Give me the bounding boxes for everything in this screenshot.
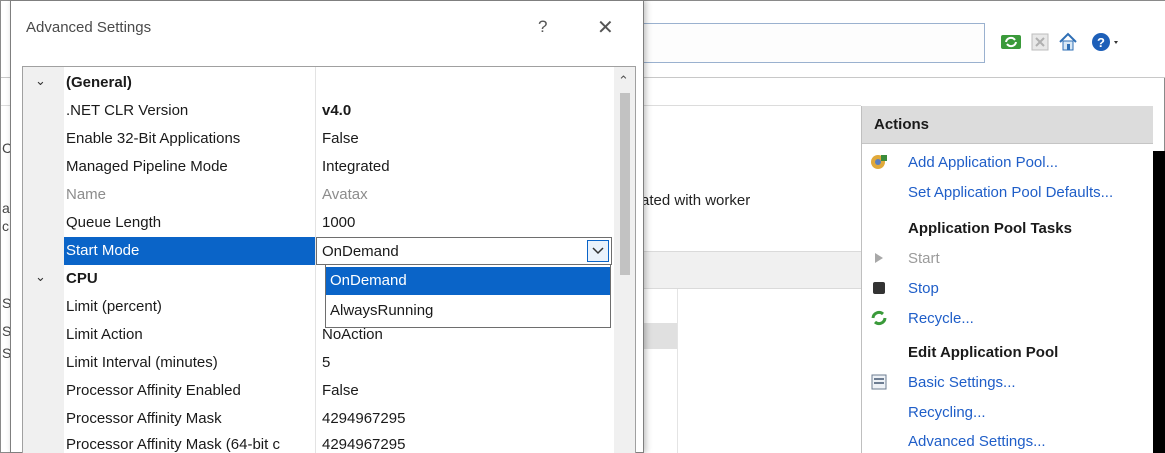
property-row[interactable]: Queue Length 1000 — [23, 209, 613, 237]
collapse-chevron-icon[interactable]: ⌄ — [35, 73, 46, 89]
property-grid: ⌄ (General) .NET CLR Version v4.0 Enable… — [22, 66, 636, 453]
advanced-settings-label[interactable]: Advanced Settings... — [908, 433, 1046, 450]
property-value[interactable]: Integrated — [322, 158, 390, 175]
combobox-value[interactable]: OnDemand — [322, 243, 399, 260]
property-name: Enable 32-Bit Applications — [66, 130, 241, 147]
recycle-icon — [868, 307, 890, 329]
advanced-settings-action[interactable]: Advanced Settings... — [862, 427, 1154, 453]
left-edge-text: a — [2, 200, 10, 216]
basic-settings-label[interactable]: Basic Settings... — [908, 374, 1016, 391]
category-general[interactable]: ⌄ (General) — [23, 69, 613, 97]
property-name: Start Mode — [66, 242, 140, 259]
start-mode-dropdown-list: OnDemand AlwaysRunning — [325, 264, 611, 328]
home-icon[interactable] — [1055, 27, 1081, 57]
property-row[interactable]: Enable 32-Bit Applications False — [23, 125, 613, 153]
basic-settings-icon — [868, 371, 890, 393]
stop-icon[interactable] — [1029, 27, 1051, 57]
property-value[interactable]: 4294967295 — [322, 436, 405, 453]
chevron-down-icon[interactable] — [587, 240, 609, 262]
dialog-title: Advanced Settings — [26, 19, 152, 36]
set-defaults-label[interactable]: Set Application Pool Defaults... — [908, 184, 1113, 201]
svg-text:?: ? — [1097, 35, 1105, 50]
property-row[interactable]: Limit Interval (minutes) 5 — [23, 349, 613, 377]
start-label[interactable]: Start — [908, 250, 940, 267]
stop-action[interactable]: Stop — [862, 274, 1154, 302]
address-bar[interactable] — [601, 23, 985, 63]
advanced-settings-dialog: Advanced Settings ? ✕ ⌄ (General) .NET C… — [10, 0, 644, 453]
property-name: Limit (percent) — [66, 298, 162, 315]
start-mode-combobox[interactable]: OnDemand — [316, 237, 612, 265]
property-value[interactable]: 5 — [322, 354, 330, 371]
property-name: .NET CLR Version — [66, 102, 189, 119]
property-name: Processor Affinity Mask (64-bit c — [66, 436, 280, 453]
close-button[interactable]: ✕ — [597, 15, 614, 40]
property-value: Avatax — [322, 186, 368, 203]
help-button[interactable]: ? — [538, 17, 547, 37]
property-value[interactable]: False — [322, 130, 359, 147]
add-application-pool-action[interactable]: Add Application Pool... — [862, 148, 1154, 176]
property-name: Queue Length — [66, 214, 162, 231]
property-row[interactable]: Processor Affinity Mask 4294967295 — [23, 405, 613, 433]
property-value[interactable]: NoAction — [322, 326, 383, 343]
start-icon — [868, 247, 890, 269]
set-pool-defaults-action[interactable]: Set Application Pool Defaults... — [862, 178, 1154, 206]
scroll-up-arrow-icon[interactable]: ⌃ — [618, 73, 629, 89]
dropdown-option-alwaysrunning[interactable]: AlwaysRunning — [326, 297, 610, 325]
recycle-action[interactable]: Recycle... — [862, 304, 1154, 332]
add-pool-label[interactable]: Add Application Pool... — [908, 154, 1058, 171]
actions-pane: Actions Add Application Pool... Set Appl… — [861, 106, 1153, 453]
start-action[interactable]: Start — [862, 244, 1154, 272]
category-label: (General) — [66, 74, 132, 91]
property-row[interactable]: Processor Affinity Enabled False — [23, 377, 613, 405]
add-pool-icon — [868, 151, 890, 173]
property-value[interactable]: 1000 — [322, 214, 355, 231]
edit-pool-header: Edit Application Pool — [908, 344, 1059, 361]
property-row-start-mode[interactable]: Start Mode OnDemand — [23, 237, 613, 265]
property-value[interactable]: v4.0 — [322, 102, 351, 119]
category-label: CPU — [66, 270, 98, 287]
property-name: Limit Action — [66, 326, 143, 343]
property-row[interactable]: Managed Pipeline Mode Integrated — [23, 153, 613, 181]
property-name: Name — [66, 186, 107, 203]
property-value[interactable]: False — [322, 382, 359, 399]
collapse-chevron-icon[interactable]: ⌄ — [35, 269, 46, 285]
property-name: Managed Pipeline Mode — [66, 158, 228, 175]
scrollbar-thumb[interactable] — [620, 93, 630, 275]
pool-tasks-header: Application Pool Tasks — [908, 220, 1072, 237]
screen-edge-strip — [1153, 151, 1165, 453]
property-row[interactable]: .NET CLR Version v4.0 — [23, 97, 613, 125]
vertical-scrollbar[interactable]: ⌃ — [614, 67, 635, 453]
actions-header: Actions — [862, 106, 1153, 144]
pool-description-text: ated with worker — [641, 192, 751, 209]
stop-label[interactable]: Stop — [908, 280, 939, 297]
dropdown-option-ondemand[interactable]: OnDemand — [326, 267, 610, 295]
pool-list-column-line — [677, 289, 678, 453]
property-name: Processor Affinity Mask — [66, 410, 222, 427]
refresh-icon[interactable] — [999, 27, 1023, 57]
recycling-action[interactable]: Recycling... — [862, 398, 1154, 426]
property-name: Limit Interval (minutes) — [66, 354, 218, 371]
property-name: Processor Affinity Enabled — [66, 382, 241, 399]
property-value[interactable]: 4294967295 — [322, 410, 405, 427]
property-row-readonly[interactable]: Name Avatax — [23, 181, 613, 209]
property-row[interactable]: Processor Affinity Mask (64-bit c 429496… — [23, 431, 613, 453]
recycle-label[interactable]: Recycle... — [908, 310, 974, 327]
stop-square-icon — [868, 277, 890, 299]
recycling-label[interactable]: Recycling... — [908, 404, 986, 421]
left-edge-text: c — [2, 218, 9, 234]
basic-settings-action[interactable]: Basic Settings... — [862, 368, 1154, 396]
help-icon[interactable]: ? — [1089, 27, 1123, 57]
